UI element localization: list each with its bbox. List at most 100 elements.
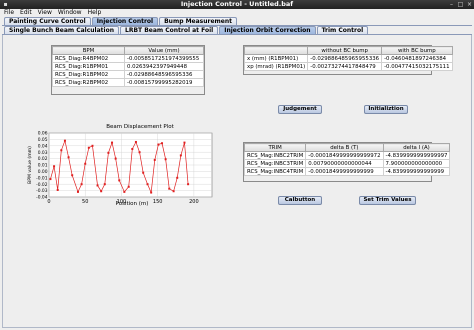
bc-header-with[interactable]: with BC bump bbox=[381, 46, 453, 55]
bpm-header-value[interactable]: Value (mm) bbox=[124, 46, 204, 55]
data-point bbox=[168, 187, 171, 190]
data-point bbox=[87, 146, 90, 149]
bc-label-cell[interactable]: xp (mrad) (R1BPM01) bbox=[243, 62, 309, 71]
table-row[interactable]: RCS_Diag:R1BPM02 -0.02988648596595336 bbox=[52, 70, 204, 79]
table-row[interactable]: RCS_Mag:INBC3TRIM 0.00790000000000044 7.… bbox=[243, 159, 451, 168]
bpm-name-cell[interactable]: RCS_Diag:R4BPM02 bbox=[52, 54, 125, 63]
trim-name-cell[interactable]: RCS_Mag:INBC4TRIM bbox=[243, 167, 307, 176]
trim-name-cell[interactable]: RCS_Mag:INBC2TRIM bbox=[243, 151, 307, 160]
close-icon[interactable]: × bbox=[466, 1, 473, 8]
data-point bbox=[107, 151, 110, 154]
y-tick-label: -0.03 bbox=[36, 188, 48, 194]
set-trim-values-button[interactable]: Set Trim Values bbox=[359, 196, 416, 205]
bpm-name-cell[interactable]: RCS_Diag:R1BPM01 bbox=[52, 62, 125, 71]
trim-header-name[interactable]: TRIM bbox=[243, 143, 307, 152]
data-point bbox=[103, 183, 106, 186]
menu-window[interactable]: Window bbox=[58, 9, 82, 17]
y-tick-label: -0.01 bbox=[36, 175, 48, 181]
table-row[interactable]: x (mm) (R1BPM01) -0.029886485965955336 -… bbox=[243, 54, 453, 63]
bpm-value-cell[interactable]: -0.02988648596595336 bbox=[124, 70, 204, 79]
menu-view[interactable]: View bbox=[38, 9, 52, 17]
judgement-button[interactable]: Judgement bbox=[278, 105, 322, 114]
window-title: Injection Control - Untitled.baf bbox=[180, 0, 294, 8]
data-point bbox=[76, 190, 79, 193]
data-point bbox=[60, 149, 63, 152]
tab-painting-curve-control[interactable]: Painting Curve Control bbox=[4, 17, 91, 25]
beam-displacement-chart: 0 50 100 150 200-0.04-0.03-0.02-0.010.000.01… bbox=[27, 131, 213, 205]
menu-help[interactable]: Help bbox=[88, 9, 102, 17]
data-point bbox=[146, 183, 149, 186]
trim-delta-b-cell[interactable]: -0.0001849999999999972 bbox=[305, 151, 384, 160]
bpm-table-container: BPM Value (mm) RCS_Diag:R4BPM02 -0.00585… bbox=[51, 45, 205, 95]
data-point bbox=[96, 184, 99, 187]
data-point bbox=[49, 178, 52, 181]
data-point bbox=[71, 174, 74, 177]
calbutton-button[interactable]: Calbutton bbox=[278, 196, 322, 205]
menu-edit[interactable]: Edit bbox=[20, 9, 32, 17]
trim-delta-i-cell[interactable]: 7.900000000000000 bbox=[382, 159, 451, 168]
maximize-icon[interactable]: □ bbox=[457, 1, 464, 8]
data-point bbox=[84, 162, 87, 165]
bc-with-cell[interactable]: -0.00477415032175111 bbox=[381, 62, 453, 71]
minimize-icon[interactable]: – bbox=[448, 1, 455, 8]
data-point bbox=[157, 143, 160, 146]
initialization-button[interactable]: Initializtion bbox=[364, 105, 408, 114]
table-row[interactable]: RCS_Diag:R2BPM02 -0.00815799995282019 bbox=[52, 78, 204, 87]
data-point bbox=[111, 141, 114, 144]
bc-header-label[interactable] bbox=[243, 46, 309, 55]
bpm-name-cell[interactable]: RCS_Diag:R1BPM02 bbox=[52, 70, 125, 79]
table-row[interactable]: RCS_Diag:R4BPM02 -0.0058517251974399555 bbox=[52, 54, 204, 63]
data-point bbox=[118, 179, 121, 182]
chart-plot-layer: 0 50 100 150 200-0.04-0.03-0.02-0.010.000.01… bbox=[27, 131, 213, 205]
data-point bbox=[131, 148, 134, 150]
table-row[interactable]: RCS_Mag:INBC4TRIM -0.00018499999999999 -… bbox=[243, 167, 451, 176]
bpm-value-cell[interactable]: -0.00815799995282019 bbox=[124, 78, 204, 87]
data-point bbox=[67, 156, 70, 159]
chart-xlabel: Position (m) bbox=[115, 201, 149, 207]
tab-injection-control[interactable]: Injection Control bbox=[91, 17, 159, 25]
trim-delta-b-cell[interactable]: 0.00790000000000044 bbox=[305, 159, 384, 168]
data-point bbox=[187, 183, 190, 186]
bc-without-cell[interactable]: -0.00273274417848479 bbox=[307, 62, 383, 71]
bc-label-cell[interactable]: x (mm) (R1BPM01) bbox=[243, 54, 309, 63]
trim-table-container: TRIM delta B (T) delta I (A) RCS_Mag:INB… bbox=[243, 142, 451, 182]
table-row[interactable]: RCS_Mag:INBC2TRIM -0.0001849999999999972… bbox=[243, 151, 451, 160]
data-point bbox=[80, 183, 83, 186]
data-point bbox=[56, 188, 59, 191]
tab-trim-control[interactable]: Trim Control bbox=[316, 26, 369, 34]
bpm-header-bpm[interactable]: BPM bbox=[52, 46, 125, 55]
trim-delta-i-cell[interactable]: -4.839999999999999 bbox=[382, 167, 451, 176]
bc-header-without[interactable]: without BC bump bbox=[307, 46, 383, 55]
y-tick-label: 0.03 bbox=[38, 150, 48, 156]
window-menu-icon[interactable]: ▪ bbox=[2, 1, 9, 8]
menu-file[interactable]: File bbox=[4, 9, 14, 17]
tab-injection-orbit-correction[interactable]: Injection Orbit Correction bbox=[219, 26, 316, 34]
bc-without-cell[interactable]: -0.029886485965955336 bbox=[307, 54, 383, 63]
y-tick-label: -0.04 bbox=[36, 195, 48, 201]
table-row[interactable]: xp (mrad) (R1BPM01) -0.00273274417848479… bbox=[243, 62, 453, 71]
bpm-value-cell[interactable]: 0.0263942397949448 bbox=[124, 62, 204, 71]
data-point bbox=[53, 165, 56, 168]
y-axis-label: BPM value (mm) bbox=[27, 146, 33, 184]
bc-with-cell[interactable]: -0.0460481897246384 bbox=[381, 54, 453, 63]
data-point bbox=[176, 176, 179, 179]
tab-lrbt-beam-control[interactable]: LRBT Beam Control at Foil bbox=[120, 26, 219, 34]
data-point bbox=[142, 171, 145, 174]
trim-header-delta-i[interactable]: delta I (A) bbox=[382, 143, 451, 152]
trim-delta-i-cell[interactable]: -4.8399999999999997 bbox=[382, 151, 451, 160]
sub-tab-bar: Single Bunch Beam Calculation LRBT Beam … bbox=[4, 26, 369, 34]
trim-header-delta-b[interactable]: delta B (T) bbox=[305, 143, 384, 152]
bpm-name-cell[interactable]: RCS_Diag:R2BPM02 bbox=[52, 78, 125, 87]
tab-bump-measurement[interactable]: Bump Measurement bbox=[159, 17, 238, 25]
data-point bbox=[134, 140, 137, 143]
data-point bbox=[164, 158, 167, 161]
bc-bump-table: without BC bump with BC bump x (mm) (R1B… bbox=[243, 46, 453, 71]
trim-delta-b-cell[interactable]: -0.00018499999999999 bbox=[305, 167, 384, 176]
data-point bbox=[179, 154, 182, 157]
trim-name-cell[interactable]: RCS_Mag:INBC3TRIM bbox=[243, 159, 307, 168]
data-point bbox=[161, 142, 164, 145]
table-row[interactable]: RCS_Diag:R1BPM01 0.0263942397949448 bbox=[52, 62, 204, 71]
y-tick-label: 0.05 bbox=[38, 137, 48, 143]
tab-single-bunch-beam-calculation[interactable]: Single Bunch Beam Calculation bbox=[4, 26, 119, 34]
bpm-value-cell[interactable]: -0.0058517251974399555 bbox=[124, 54, 204, 63]
